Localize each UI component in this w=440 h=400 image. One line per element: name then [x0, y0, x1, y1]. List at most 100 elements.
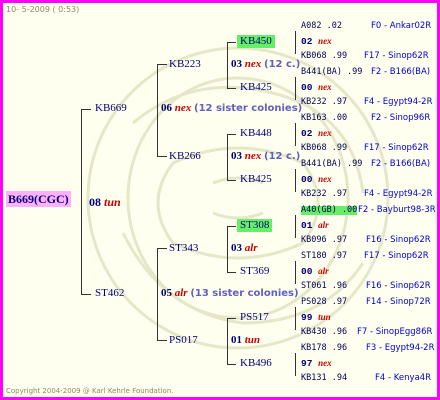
gen4-year: 00 nex	[301, 175, 332, 185]
connector-line	[295, 77, 296, 100]
gen4-year: 00 nex	[301, 83, 332, 93]
watermark-bee-drawing	[86, 46, 390, 350]
gen1-name: ST462	[95, 287, 125, 299]
gen4-mark: nex	[318, 174, 332, 184]
gen2-year: 01 tun	[231, 335, 260, 346]
connector-line	[295, 215, 296, 238]
gen3-name: KB496	[240, 357, 272, 369]
gen4-bottom-loc: F16 - Sinop62R	[366, 281, 431, 291]
gen2-mark: nex	[244, 58, 262, 70]
gen4-mark: nex	[318, 128, 332, 138]
gen4-bottom-loc: F4 - Egypt94-2R	[364, 189, 433, 199]
gen2-mark: alr	[244, 242, 258, 254]
gen4-year-value: 02	[301, 36, 313, 47]
root-mark: tun	[104, 195, 121, 209]
gen2-year-value: 01	[231, 334, 242, 346]
connector-line	[227, 42, 236, 43]
gen1-note: (12 sister colonies)	[194, 103, 303, 114]
connector-line	[157, 248, 167, 249]
connector-line	[227, 226, 228, 272]
pedigree-frame: 10- 5-2009 ( 0:53) B669(CGC) 08 tun KB66…	[0, 0, 440, 400]
connector-line	[295, 307, 296, 330]
gen4-top-loc: F2 - Sinop96R	[371, 113, 431, 123]
connector-line	[81, 109, 91, 110]
gen4-bottom: KB068 .99	[301, 143, 348, 153]
gen4-top: B441(BA) .99	[301, 67, 363, 77]
gen1-year-value: 06	[161, 102, 172, 114]
gen2-note: (12 c.)	[264, 59, 301, 70]
copyright-notice: Copyright 2004-2009 @ Karl Kehrle Founda…	[6, 387, 174, 395]
gen2-year-value: 03	[231, 242, 242, 254]
gen4-top: KB163 .00	[301, 113, 348, 123]
gen4-top-loc: F2 - Bayburt98-3R	[358, 205, 436, 215]
gen4-year-value: 02	[301, 128, 313, 139]
generated-date: 10- 5-2009 ( 0:53)	[6, 5, 80, 14]
root-queen-name: B669(CGC)	[6, 191, 71, 207]
gen1-year: 05 alr (13 sister colonies)	[161, 288, 299, 299]
gen4-year: 97 nex	[301, 359, 332, 369]
gen4-bottom: ST061 .96	[301, 281, 348, 291]
gen4-top-loc: F17 - Sinop62R	[364, 251, 429, 261]
connector-line	[227, 88, 236, 89]
gen4-mark: alr	[318, 220, 329, 230]
connector-line	[157, 248, 158, 340]
gen4-bottom-loc: F7 - SinopEgg86R	[357, 327, 433, 337]
gen4-year-value: 00	[301, 174, 313, 185]
gen4-bottom-loc: F16 - Sinop62R	[366, 235, 431, 245]
gen3-name: KB425	[240, 81, 272, 93]
gen4-year: 02 nex	[301, 37, 332, 47]
gen3-name: ST369	[240, 265, 270, 277]
gen4-top-loc: F2 - B166(BA)	[371, 159, 431, 169]
connector-line	[295, 169, 296, 192]
connector-line	[157, 64, 158, 156]
connector-line	[81, 294, 91, 295]
gen4-bottom: KB232 .97	[301, 97, 348, 107]
gen4-bottom-loc: F17 - Sinop62R	[364, 143, 429, 153]
gen4-year: 02 nex	[301, 129, 332, 139]
gen4-top-highlighted: A40(GB) .00	[301, 205, 358, 215]
gen4-year: 00 alr	[301, 267, 329, 277]
connector-line	[227, 134, 228, 180]
root-year-value: 08	[89, 195, 101, 209]
gen2-year: 03 alr	[231, 243, 258, 254]
gen3-name-highlighted: KB450	[237, 35, 275, 48]
gen4-bottom: KB096 .97	[301, 235, 348, 245]
gen3-name: KB425	[240, 173, 272, 185]
gen2-year: 03 nex (12 c.)	[231, 151, 300, 162]
gen2-name: PS017	[169, 334, 198, 346]
gen4-bottom: KB068 .99	[301, 51, 348, 61]
connector-line	[227, 226, 236, 227]
gen3-name: PS517	[240, 311, 269, 323]
gen4-bottom: KB131 .94	[301, 373, 348, 383]
connector-line	[295, 353, 296, 376]
connector-line	[227, 318, 228, 364]
gen4-bottom-loc: F17 - Sinop62R	[364, 51, 429, 61]
gen4-top: PS028 .97	[301, 297, 348, 307]
gen2-note: (12 c.)	[264, 151, 301, 162]
gen4-top-loc: F3 - Egypt94-2R	[366, 343, 435, 353]
gen4-mark: nex	[318, 82, 332, 92]
gen4-year-value: 97	[301, 358, 313, 369]
gen4-top-loc: F14 - Sinop72R	[366, 297, 431, 307]
connector-line	[227, 134, 236, 135]
gen4-top: KB178 .96	[301, 343, 348, 353]
gen1-mark: nex	[174, 102, 192, 114]
gen1-year: 06 nex (12 sister colonies)	[161, 103, 302, 114]
gen2-name: ST343	[169, 242, 199, 254]
gen4-year: 01 alr	[301, 221, 329, 231]
connector-line	[81, 109, 82, 295]
gen2-mark: nex	[244, 150, 262, 162]
connector-line	[295, 123, 296, 146]
gen4-year-value: 01	[301, 220, 313, 231]
gen1-year-value: 05	[161, 287, 172, 299]
connector-line	[227, 180, 236, 181]
gen2-year: 03 nex (12 c.)	[231, 59, 300, 70]
gen4-top: B441(BA) .99	[301, 159, 363, 169]
gen1-note: (13 sister colonies)	[190, 288, 299, 299]
gen4-mark: nex	[318, 358, 332, 368]
connector-line	[295, 261, 296, 284]
gen4-mark: alr	[318, 266, 329, 276]
connector-line	[157, 156, 167, 157]
gen4-year-value: 00	[301, 82, 313, 93]
gen3-name-highlighted: ST308	[237, 219, 273, 232]
